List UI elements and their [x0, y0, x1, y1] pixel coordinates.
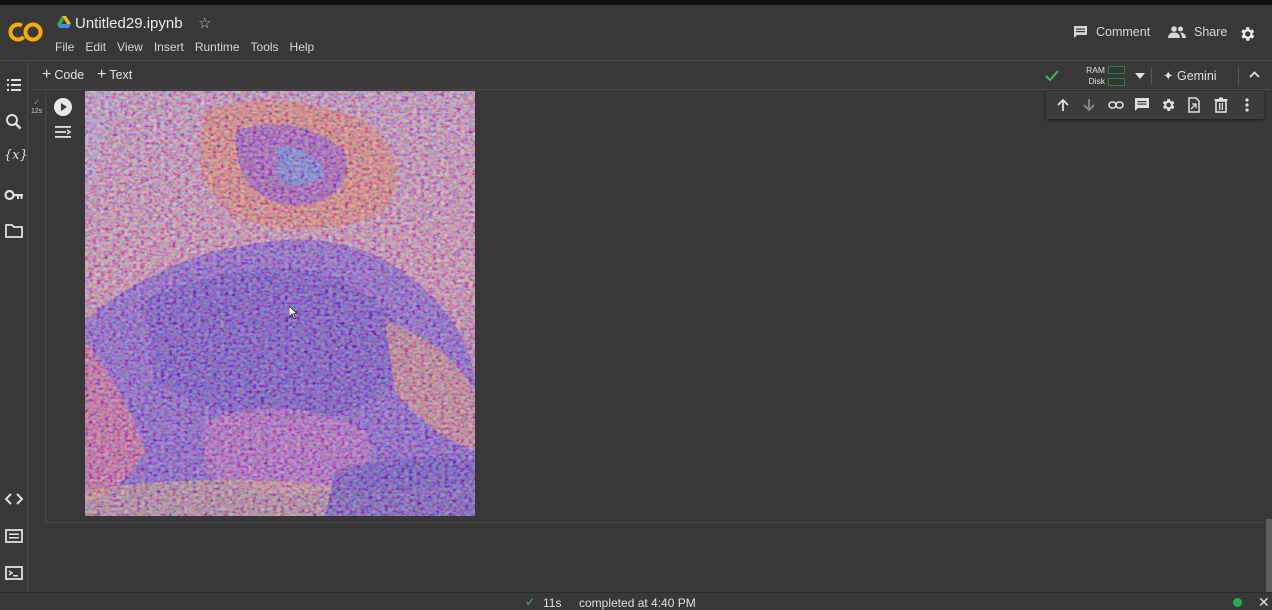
menu-file[interactable]: File	[55, 40, 74, 54]
delete-trash-icon[interactable]	[1213, 97, 1229, 113]
plus-icon: +	[42, 66, 52, 83]
run-cell-button[interactable]	[54, 98, 72, 116]
add-text-label: Text	[109, 68, 133, 82]
chevron-up-icon[interactable]	[1249, 71, 1260, 78]
folder-icon[interactable]	[4, 222, 24, 240]
resource-labels: RAM Disk	[1071, 65, 1105, 87]
cell-settings-gear-icon[interactable]	[1160, 97, 1176, 113]
toolbar-divider	[1238, 67, 1239, 85]
terminal-icon[interactable]	[4, 564, 24, 582]
colab-logo[interactable]	[8, 21, 44, 43]
more-options-icon[interactable]	[1239, 97, 1255, 113]
toolbar-divider	[1151, 67, 1152, 85]
comment-label: Comment	[1096, 25, 1151, 39]
cell-gutter: ✓ 12s	[29, 91, 84, 524]
link-icon[interactable]	[1107, 97, 1124, 113]
menu-help[interactable]: Help	[290, 40, 315, 54]
people-icon	[1168, 26, 1186, 38]
open-in-tab-icon[interactable]	[1186, 97, 1202, 113]
command-palette-icon[interactable]	[4, 527, 24, 545]
gemini-button[interactable]: ✦ Gemini	[1163, 68, 1217, 83]
menu-view[interactable]: View	[117, 40, 143, 54]
ram-label: RAM	[1086, 65, 1105, 75]
disk-label: Disk	[1088, 76, 1105, 86]
close-icon[interactable]: ✕	[1258, 594, 1270, 610]
app-header: Untitled29.ipynb ☆ File Edit View Insert…	[0, 5, 1272, 61]
connection-status-dot[interactable]	[1233, 598, 1242, 607]
move-up-icon[interactable]	[1055, 97, 1071, 113]
share-button[interactable]: Share	[1168, 25, 1227, 39]
comment-icon[interactable]	[1134, 97, 1150, 113]
table-of-contents-icon[interactable]	[4, 76, 24, 94]
connected-check-icon	[1045, 70, 1059, 81]
variables-icon[interactable]: {x}	[4, 148, 28, 166]
key-icon[interactable]	[4, 186, 24, 204]
move-down-icon[interactable]	[1081, 97, 1097, 113]
menu-bar: File Edit View Insert Runtime Tools Help	[55, 40, 325, 54]
plus-icon: +	[97, 66, 107, 83]
notebook-toolbar: + Code + Text RAM Disk ✦ Gemini	[30, 62, 1272, 90]
add-code-label: Code	[54, 68, 85, 82]
status-message: completed at 4:40 PM	[579, 596, 696, 610]
ram-usage-bar	[1108, 66, 1125, 74]
output-image	[85, 91, 475, 516]
add-text-button[interactable]: + Text	[97, 66, 133, 83]
notebook-title[interactable]: Untitled29.ipynb	[75, 15, 183, 32]
cell-success-check-icon: ✓	[33, 97, 41, 107]
share-label: Share	[1194, 25, 1228, 39]
star-icon[interactable]: ☆	[198, 14, 211, 32]
dropdown-arrow-icon[interactable]	[1135, 73, 1145, 79]
left-sidebar: {x}	[0, 62, 28, 592]
menu-edit[interactable]: Edit	[85, 40, 106, 54]
settings-gear-icon[interactable]	[1238, 25, 1256, 43]
add-code-button[interactable]: + Code	[42, 66, 85, 83]
drive-icon[interactable]	[57, 16, 71, 28]
search-icon[interactable]	[4, 113, 24, 131]
status-check-icon: ✓	[525, 595, 536, 609]
output-options-icon[interactable]	[54, 125, 72, 139]
comment-icon	[1074, 26, 1087, 38]
sparkle-icon: ✦	[1163, 69, 1174, 83]
mouse-cursor-icon	[289, 306, 297, 319]
status-bar: ✓ 11s completed at 4:40 PM ✕	[0, 592, 1272, 610]
code-snippets-icon[interactable]	[4, 490, 24, 508]
menu-tools[interactable]: Tools	[251, 40, 279, 54]
cell-toolbar	[1046, 91, 1264, 119]
disk-usage-bar	[1108, 78, 1125, 86]
resource-indicator[interactable]: RAM Disk	[1043, 65, 1148, 87]
cell-exec-time: 12s	[31, 108, 43, 115]
notebook-main: ✓ 12s	[29, 91, 1272, 610]
comment-button[interactable]: Comment	[1073, 25, 1150, 39]
status-elapsed: 11s	[543, 596, 562, 610]
menu-insert[interactable]: Insert	[154, 40, 184, 54]
gemini-label: Gemini	[1176, 69, 1217, 83]
menu-runtime[interactable]: Runtime	[195, 40, 240, 54]
